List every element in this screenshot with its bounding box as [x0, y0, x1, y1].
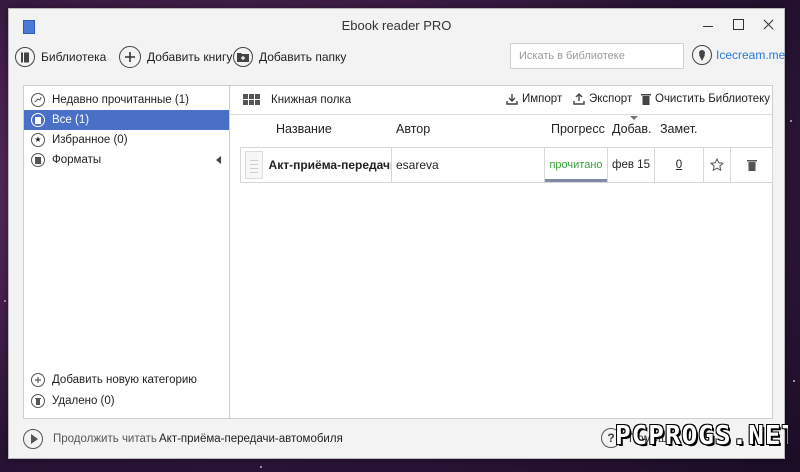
sidebar-item-recent[interactable]: Недавно прочитанные (1) — [24, 90, 229, 110]
library-button[interactable]: Библиотека — [15, 45, 106, 69]
add-book-button[interactable]: Добавить книгу — [119, 45, 232, 69]
icecream-logo-icon — [692, 45, 712, 65]
title-bar: Ebook reader PRO — [9, 9, 784, 41]
notes-cell[interactable]: 0 — [655, 148, 704, 182]
collapse-arrow-icon[interactable] — [216, 156, 221, 164]
window-title: Ebook reader PRO — [341, 18, 452, 33]
window-controls — [700, 16, 776, 32]
continue-reading-button[interactable]: Продолжить читать — [53, 433, 157, 445]
folder-plus-icon — [233, 47, 253, 67]
notes-count: 0 — [675, 159, 683, 171]
continue-book-title: Акт-приёма-передачи-автомобиля — [159, 433, 343, 445]
column-name[interactable]: Название — [276, 122, 332, 136]
export-icon — [573, 93, 585, 105]
sort-indicator-icon — [630, 116, 638, 120]
added-date: фев 15 — [612, 159, 650, 171]
author-cell: esareva — [392, 148, 545, 182]
title-cell: Акт-приёма-передачи-автомобиля — [241, 148, 392, 182]
close-button[interactable] — [760, 16, 776, 32]
shelf-toolbar: Книжная полка Импорт Экспорт Очистить Би… — [230, 86, 772, 115]
import-button[interactable]: Импорт — [506, 93, 562, 105]
table-row[interactable]: Акт-приёма-передачи-автомобиля esareva п… — [240, 147, 773, 183]
import-icon — [506, 94, 518, 105]
sidebar-item-label: Избранное (0) — [52, 134, 128, 146]
add-category-button[interactable]: Добавить новую категорию — [24, 370, 229, 390]
sidebar-item-label: Все (1) — [52, 114, 90, 126]
sidebar-item-deleted[interactable]: Удалено (0) — [24, 391, 229, 411]
export-button[interactable]: Экспорт — [573, 93, 632, 105]
library-label: Библиотека — [41, 50, 107, 64]
library-panel: Книжная полка Импорт Экспорт Очистить Би… — [230, 85, 773, 419]
trash-icon — [31, 394, 45, 408]
minimize-button[interactable] — [700, 16, 716, 32]
delete-book-button[interactable] — [731, 148, 772, 182]
book-title: Акт-приёма-передачи-автомобиля — [268, 158, 391, 172]
sidebar-item-label: Форматы — [52, 154, 102, 166]
progress-cell: прочитано — [545, 148, 608, 182]
column-added[interactable]: Добав. — [612, 122, 652, 136]
star-icon: ★ — [31, 133, 45, 147]
add-folder-button[interactable]: Добавить папку — [233, 45, 346, 69]
clear-library-label: Очистить Библиотеку — [655, 93, 771, 105]
grid-view-icon[interactable] — [243, 94, 261, 106]
book-thumbnail — [245, 151, 263, 179]
table-header: Название Автор Прогресс Добав. Замет. — [230, 114, 772, 144]
sidebar-item-label: Удалено (0) — [52, 395, 115, 407]
add-book-label: Добавить книгу — [147, 50, 233, 64]
plus-icon — [119, 46, 141, 68]
app-window: Ebook reader PRO Библиотека Добавить кни… — [8, 8, 785, 459]
toolbar: Библиотека Добавить книгу Добавить папку… — [9, 41, 785, 83]
play-icon[interactable] — [23, 429, 43, 449]
plus-icon — [31, 373, 45, 387]
clock-arrow-icon — [31, 93, 45, 107]
add-category-label: Добавить новую категорию — [52, 374, 197, 386]
added-cell: фев 15 — [608, 148, 655, 182]
sidebar-item-label: Недавно прочитанные (1) — [52, 94, 189, 106]
book-author: esareva — [396, 158, 439, 172]
icecream-link[interactable]: Icecream.me — [692, 45, 785, 65]
export-label: Экспорт — [589, 93, 633, 105]
sidebar-item-formats[interactable]: Форматы — [24, 150, 229, 170]
progress-status: прочитано — [549, 159, 603, 171]
sidebar-item-favorites[interactable]: ★ Избранное (0) — [24, 130, 229, 150]
book-icon — [31, 113, 45, 127]
column-author[interactable]: Автор — [396, 122, 430, 136]
favorite-toggle[interactable] — [704, 148, 731, 182]
book-icon — [31, 153, 45, 167]
column-progress[interactable]: Прогресс — [551, 122, 605, 136]
clear-library-button[interactable]: Очистить Библиотеку — [641, 93, 770, 105]
star-outline-icon — [710, 158, 724, 172]
watermark: PCPROGS.NET — [615, 421, 788, 451]
icecream-link-label: Icecream.me — [716, 48, 786, 62]
add-folder-label: Добавить папку — [259, 50, 347, 64]
sidebar: Недавно прочитанные (1) Все (1) ★ Избран… — [23, 85, 230, 419]
trash-icon — [746, 160, 757, 171]
trash-icon — [641, 94, 651, 105]
maximize-button[interactable] — [730, 16, 746, 32]
library-book-icon — [15, 47, 35, 67]
progress-bar — [545, 179, 607, 182]
import-label: Импорт — [522, 93, 563, 105]
sidebar-item-all[interactable]: Все (1) — [24, 110, 229, 130]
search-input[interactable] — [510, 43, 684, 69]
shelf-label: Книжная полка — [271, 94, 352, 106]
column-notes[interactable]: Замет. — [660, 122, 697, 136]
